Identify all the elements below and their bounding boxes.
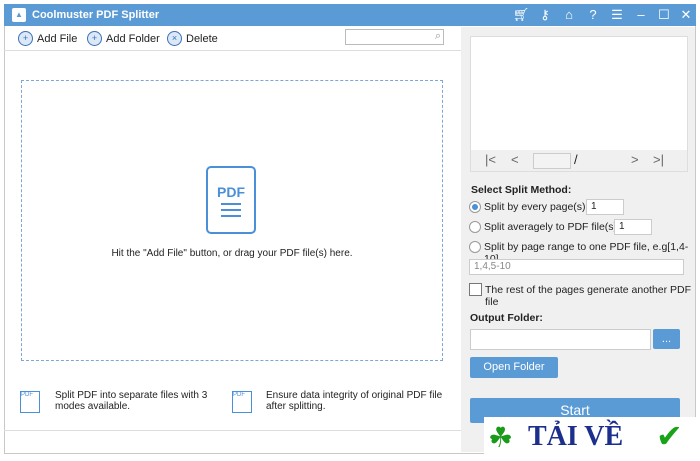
pages-per-file-input[interactable]: 1 bbox=[586, 199, 624, 215]
preview-nav: |< < / > >| bbox=[471, 150, 687, 171]
rest-pages-checkbox[interactable] bbox=[469, 283, 482, 296]
add-file-icon: + bbox=[18, 31, 33, 46]
help-icon[interactable]: ? bbox=[584, 7, 602, 22]
drop-zone[interactable]: PDF Hit the "Add File" button, or drag y… bbox=[21, 80, 443, 361]
split-feature-icon: PDF bbox=[20, 391, 40, 413]
watermark-logo: ☘ TẢI VỀ ✔ bbox=[484, 417, 700, 461]
split-average-label: Split averagely to PDF file(s): bbox=[484, 221, 620, 233]
page-separator: / bbox=[574, 152, 578, 167]
title-bar: ▲ Coolmuster PDF Splitter 🛒︎ ⚷ ⌂ ? ☰ – ☐… bbox=[4, 4, 696, 26]
browse-button[interactable]: ... bbox=[653, 329, 680, 349]
clover-icon: ☘ bbox=[488, 422, 514, 453]
split-every-label: Split by every page(s): bbox=[484, 201, 589, 213]
add-folder-icon: + bbox=[87, 31, 102, 46]
app-title: Coolmuster PDF Splitter bbox=[32, 9, 160, 21]
split-range-radio[interactable] bbox=[469, 241, 481, 253]
prev-page-icon[interactable]: < bbox=[511, 152, 519, 167]
drop-hint: Hit the "Add File" button, or drag your … bbox=[111, 248, 353, 259]
pdf-file-icon: PDF bbox=[206, 166, 256, 234]
add-file-label: Add File bbox=[37, 32, 78, 45]
integrity-feature-icon: PDF bbox=[232, 391, 252, 413]
page-input[interactable] bbox=[533, 153, 571, 169]
feedback-icon[interactable]: ☰ bbox=[608, 7, 626, 23]
add-file-button[interactable]: + Add File bbox=[18, 31, 77, 46]
rest-pages-label: The rest of the pages generate another P… bbox=[485, 284, 692, 308]
split-method-heading: Select Split Method: bbox=[471, 184, 572, 196]
last-page-icon[interactable]: >| bbox=[653, 152, 664, 167]
delete-button[interactable]: × Delete bbox=[167, 31, 218, 46]
feature-text: Ensure data integrity of original PDF fi… bbox=[266, 390, 443, 412]
home-icon[interactable]: ⌂ bbox=[560, 7, 578, 22]
search-input[interactable]: ⌕ bbox=[345, 29, 444, 45]
delete-label: Delete bbox=[186, 32, 218, 45]
split-average-radio[interactable] bbox=[469, 221, 481, 233]
search-icon: ⌕ bbox=[434, 30, 441, 42]
file-count-input[interactable]: 1 bbox=[614, 219, 652, 235]
trash-icon: × bbox=[167, 31, 182, 46]
cart-icon[interactable]: 🛒︎ bbox=[512, 7, 530, 23]
open-folder-button[interactable]: Open Folder bbox=[470, 357, 558, 378]
app-logo: ▲ bbox=[12, 8, 26, 22]
close-button[interactable]: ✕ bbox=[677, 7, 695, 23]
add-folder-button[interactable]: + Add Folder bbox=[87, 31, 160, 46]
output-folder-heading: Output Folder: bbox=[470, 312, 543, 324]
output-path-input[interactable] bbox=[470, 329, 651, 350]
maximize-button[interactable]: ☐ bbox=[655, 7, 673, 23]
split-every-radio[interactable] bbox=[469, 201, 481, 213]
minimize-button[interactable]: – bbox=[632, 7, 650, 22]
checkmark-icon: ✔ bbox=[656, 418, 683, 454]
add-folder-label: Add Folder bbox=[106, 32, 160, 45]
status-divider bbox=[4, 430, 461, 431]
watermark-text: TẢI VỀ bbox=[528, 421, 624, 452]
first-page-icon[interactable]: |< bbox=[485, 152, 496, 167]
divider bbox=[4, 50, 461, 51]
key-icon[interactable]: ⚷ bbox=[536, 7, 554, 23]
feature-text: Split PDF into separate files with 3 mod… bbox=[55, 390, 208, 412]
next-page-icon[interactable]: > bbox=[631, 152, 639, 167]
page-range-input[interactable]: 1,4,5-10 bbox=[469, 259, 684, 275]
